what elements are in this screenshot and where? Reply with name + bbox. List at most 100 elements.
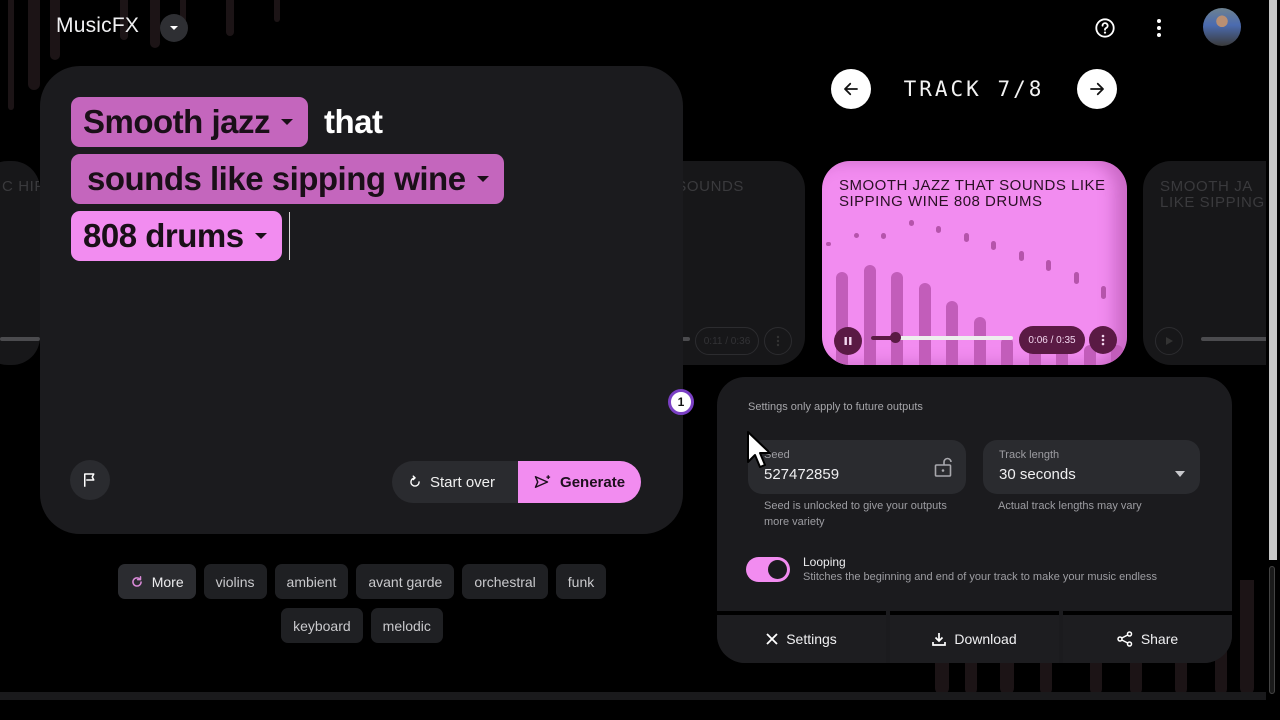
waveform-peak	[1073, 272, 1079, 285]
report-button[interactable]	[70, 460, 110, 500]
more-vert-icon	[1101, 334, 1105, 346]
help-button[interactable]	[1090, 13, 1120, 43]
suggestion-chip[interactable]: avant garde	[356, 564, 455, 599]
unlock-icon	[934, 457, 952, 477]
toggle-knob	[768, 560, 787, 579]
prompt-connector-word: that	[324, 103, 383, 140]
track-length-help: Actual track lengths may vary	[998, 500, 1142, 512]
looping-label: Looping	[803, 555, 846, 569]
prompt-chip[interactable]: sounds like sipping wine	[71, 154, 504, 204]
waveform-peak	[853, 233, 859, 238]
play-icon	[1166, 337, 1173, 345]
suggestion-chip[interactable]: ambient	[274, 564, 349, 599]
start-over-label: Start over	[430, 473, 496, 491]
chip-label: 808 drums	[83, 217, 244, 254]
chip-label: sounds like sipping wine	[87, 160, 466, 197]
seed-field[interactable]: Seed 527472859	[748, 440, 966, 494]
track-card-previous-far[interactable]: C HIP	[0, 161, 40, 365]
seed-value[interactable]: 527472859	[764, 466, 839, 483]
prompt-chip[interactable]: Smooth jazz	[71, 97, 309, 147]
more-vert-icon	[776, 335, 780, 347]
waveform-peak	[908, 219, 914, 227]
generate-button[interactable]: Generate	[518, 461, 642, 503]
track-time: 0:06 / 0:35	[1019, 326, 1085, 354]
waveform-bar	[946, 300, 958, 365]
track-progress	[682, 337, 690, 341]
waveform-bar	[891, 272, 903, 365]
track-card-next[interactable]: Smooth ja like sipping	[1143, 161, 1280, 365]
next-track-button[interactable]	[1077, 69, 1117, 109]
waveform-peak	[1018, 251, 1024, 262]
user-avatar[interactable]	[1203, 8, 1241, 46]
settings-panel: Settings only apply to future outputs Se…	[717, 377, 1232, 663]
chevron-down-icon	[254, 233, 267, 239]
waveform-peak	[1101, 285, 1106, 299]
track-card-title: C HIP	[2, 178, 40, 195]
track-length-label: Track length	[999, 449, 1060, 461]
waveform-peak	[963, 233, 969, 242]
looping-toggle[interactable]	[746, 557, 790, 582]
track-card-active[interactable]: Smooth jazz that sounds like sipping win…	[822, 161, 1127, 365]
close-icon	[766, 633, 778, 645]
background-bar	[1240, 580, 1254, 695]
close-settings-button[interactable]: Settings	[717, 611, 886, 663]
generate-label: Generate	[560, 473, 626, 491]
start-over-button[interactable]: Start over	[392, 461, 519, 503]
download-button[interactable]: Download	[890, 611, 1059, 663]
prompt-actions: Start over Generate	[392, 461, 642, 503]
track-more-button[interactable]	[1089, 326, 1117, 354]
track-more-button[interactable]	[764, 327, 792, 355]
track-length-select[interactable]: Track length 30 seconds	[983, 440, 1200, 494]
settings-actions: Settings Download Share	[717, 611, 1232, 663]
waveform-peak	[991, 240, 996, 250]
suggestion-chip[interactable]: orchestral	[462, 564, 548, 599]
playback-progress-slider[interactable]	[871, 332, 1013, 343]
prompt-text[interactable]: Smooth jazz that sounds like sipping win…	[71, 97, 504, 268]
waveform-bar	[1001, 336, 1013, 365]
pause-button[interactable]	[834, 327, 862, 355]
waveform-peak	[881, 233, 886, 239]
scrollbar-thumb[interactable]	[1269, 566, 1275, 694]
app-switcher-button[interactable]	[160, 14, 188, 42]
waveform-bar	[973, 317, 986, 365]
app-title: MusicFX	[56, 14, 140, 37]
more-menu-button[interactable]	[1144, 13, 1174, 43]
arrow-right-icon	[1090, 82, 1104, 96]
download-icon	[932, 633, 947, 646]
seed-lock-toggle[interactable]	[934, 457, 952, 482]
waveform-peak	[826, 242, 831, 246]
track-card-title: Smooth jazz that sounds like sipping win…	[839, 177, 1106, 210]
suggestion-chip[interactable]: violins	[203, 564, 267, 599]
app-header: MusicFX	[0, 0, 1266, 56]
more-label: More	[151, 573, 184, 590]
refresh-icon	[410, 475, 420, 487]
scrollbar-track[interactable]	[1269, 0, 1277, 560]
help-circle-icon	[1095, 18, 1115, 38]
cursor-arrow-icon	[747, 431, 771, 468]
page-footer	[0, 692, 1266, 700]
more-suggestions-button[interactable]: More	[117, 564, 196, 599]
waveform-peak	[936, 225, 941, 234]
refresh-icon	[131, 575, 142, 587]
share-button[interactable]: Share	[1063, 611, 1232, 663]
suggestion-chip[interactable]: keyboard	[281, 608, 363, 643]
suggestion-chip[interactable]: funk	[555, 564, 607, 599]
chip-label: Smooth jazz	[83, 103, 271, 140]
track-navigation: TRACK 7/8	[831, 69, 1117, 109]
dropdown-arrow	[1175, 464, 1185, 482]
waveform-bar	[863, 264, 876, 365]
prompt-editor[interactable]: Smooth jazz that sounds like sipping win…	[40, 66, 683, 534]
play-button[interactable]	[1155, 327, 1183, 355]
suggestion-chips: More violins ambient avant garde orchest…	[110, 564, 614, 643]
pause-icon	[844, 337, 852, 345]
suggestion-chip[interactable]: melodic	[370, 608, 443, 643]
step-annotation-badge: 1	[668, 389, 694, 415]
track-time: 0:11 / 0:36	[695, 327, 759, 355]
track-card-title: Smooth ja like sipping	[1160, 178, 1265, 211]
track-length-value: 30 seconds	[999, 466, 1076, 483]
share-label: Share	[1140, 631, 1179, 647]
settings-note: Settings only apply to future outputs	[748, 401, 923, 413]
page-scrollbar[interactable]	[1266, 0, 1280, 694]
taskbar	[0, 700, 1280, 720]
prompt-chip[interactable]: 808 drums	[71, 211, 282, 261]
